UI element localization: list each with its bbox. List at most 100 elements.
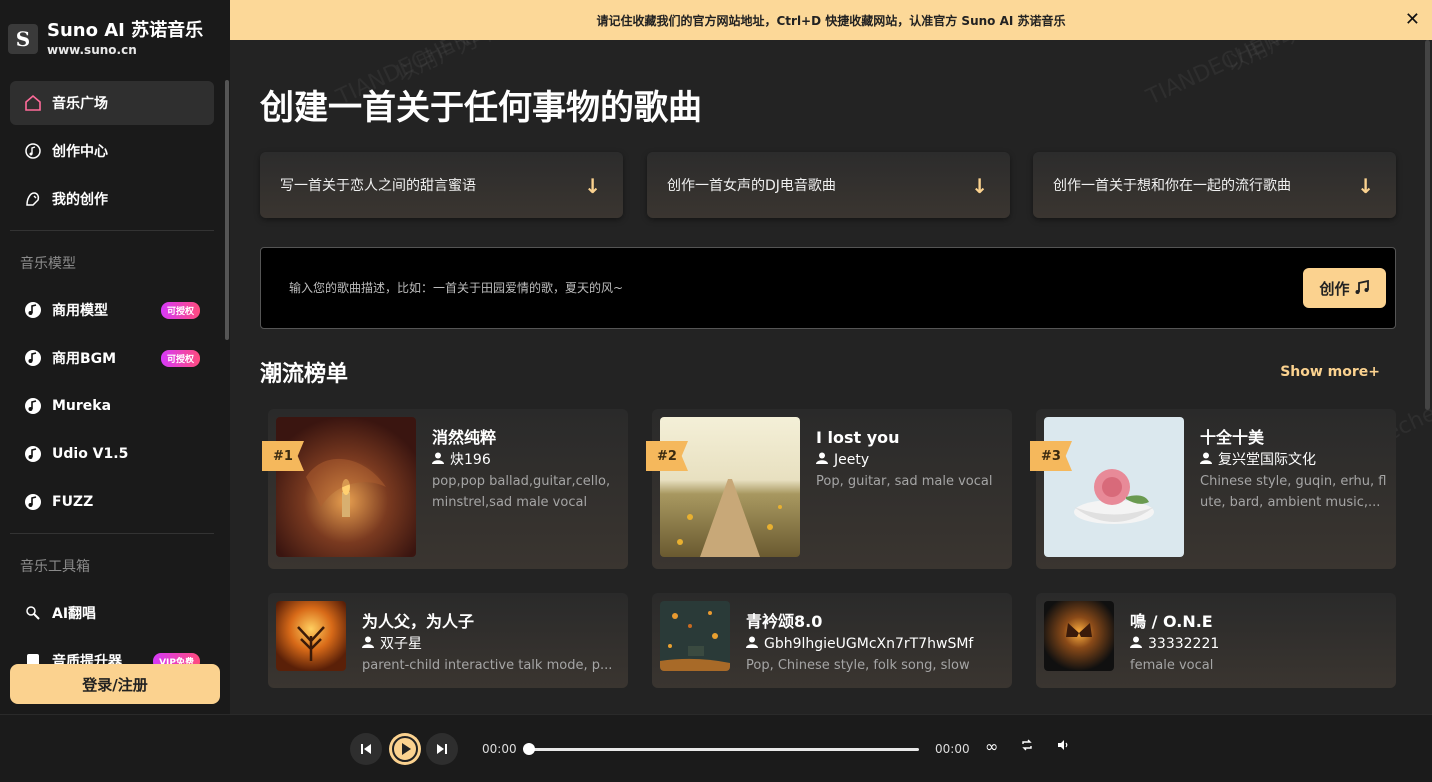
- arrow-down-icon: ↓: [971, 174, 988, 198]
- current-time: 00:00: [482, 742, 517, 756]
- volume-button[interactable]: [1057, 739, 1069, 755]
- logo: S: [8, 24, 38, 54]
- song-tags: Pop, guitar, sad male vocal: [816, 474, 993, 489]
- user-icon: [816, 449, 828, 471]
- close-icon[interactable]: ✕: [1405, 9, 1420, 30]
- sidebar-item-my-creations[interactable]: 我的创作: [10, 177, 214, 221]
- skip-forward-icon: [436, 743, 448, 755]
- license-badge: 可授权: [160, 302, 200, 319]
- login-button[interactable]: 登录/注册: [10, 664, 220, 704]
- song-cover-image[interactable]: [660, 601, 730, 671]
- arrow-down-icon: ↓: [1357, 174, 1374, 198]
- play-icon: [389, 733, 421, 765]
- progress-bar[interactable]: [523, 743, 919, 755]
- user-icon: [746, 633, 758, 655]
- song-tags: pop,pop ballad,guitar,cello,minstrel,sad…: [432, 474, 611, 510]
- sidebar-item-udio[interactable]: Udio V1.5: [10, 432, 214, 476]
- banner-text: 请记住收藏我们的官方网站地址，Ctrl+D 快捷收藏网站，认准官方 Suno A…: [596, 13, 1066, 28]
- section-music-tools: 音乐工具箱: [20, 559, 90, 575]
- sidebar-item-audio-enhancer[interactable]: 音质提升器 VIP免费: [10, 639, 214, 665]
- home-icon: [24, 94, 42, 112]
- create-button[interactable]: 创作: [1303, 268, 1386, 308]
- sidebar-item-commercial-model[interactable]: 商用模型 可授权: [10, 288, 214, 332]
- previous-button[interactable]: [350, 733, 382, 765]
- play-button[interactable]: [389, 733, 421, 765]
- song-card[interactable]: #3 十全十美 复兴堂国际文化 Chinese style, guqin, er…: [1030, 409, 1396, 569]
- song-card[interactable]: 青衿颂8.0 Gbh9lhgieUGMcXn7rT7hwSMf Pop, Chi…: [652, 593, 1012, 688]
- divider: [10, 533, 214, 534]
- main-scrollbar[interactable]: [1425, 40, 1430, 410]
- song-author-name: Gbh9lhgieUGMcXn7rT7hwSMf: [764, 636, 974, 652]
- music-note-icon: [1354, 280, 1370, 296]
- logo-letter: S: [15, 27, 31, 51]
- show-more-link[interactable]: Show more+: [1280, 364, 1380, 380]
- song-author[interactable]: Jeety: [816, 449, 1004, 471]
- song-title[interactable]: 青衿颂8.0: [746, 611, 1004, 633]
- song-author[interactable]: 双子星: [362, 633, 620, 655]
- skip-back-icon: [360, 743, 372, 755]
- song-title[interactable]: 鳴 / O.N.E: [1130, 611, 1388, 633]
- create-button-label: 创作: [1319, 279, 1350, 298]
- sidebar-item-create-center[interactable]: 创作中心: [10, 129, 214, 173]
- prompt-suggestion[interactable]: 创作一首女声的DJ电音歌曲 ↓: [647, 152, 1010, 218]
- song-tags: female vocal: [1130, 658, 1214, 673]
- song-card[interactable]: 为人父，为人子 双子星 parent-child interactive tal…: [268, 593, 628, 688]
- brand[interactable]: S Suno AI 苏诺音乐 www.suno.cn: [0, 0, 230, 78]
- divider: [10, 230, 214, 231]
- prompt-text: 创作一首关于想和你在一起的流行歌曲: [1053, 178, 1291, 194]
- song-title[interactable]: I lost you: [816, 427, 1004, 449]
- song-card[interactable]: #1 消然纯粹 炔196 pop,pop ballad,guitar,cello…: [262, 409, 628, 569]
- song-description-input[interactable]: [289, 276, 1269, 300]
- song-description-box: 创作: [260, 247, 1396, 329]
- hd-icon: [24, 651, 42, 665]
- volume-icon: [1057, 739, 1069, 751]
- section-music-models: 音乐模型: [20, 256, 76, 272]
- song-cover-image[interactable]: [1044, 601, 1114, 671]
- repeat-button[interactable]: [1021, 739, 1033, 755]
- progress-thumb[interactable]: [523, 743, 535, 755]
- total-time: 00:00: [935, 742, 970, 756]
- prompt-suggestion[interactable]: 写一首关于恋人之间的甜言蜜语 ↓: [260, 152, 623, 218]
- microphone-icon: [24, 604, 42, 622]
- next-button[interactable]: [426, 733, 458, 765]
- watermark: TIANDECHEN25: [1142, 40, 1310, 111]
- song-card[interactable]: 鳴 / O.N.E 33332221 female vocal: [1036, 593, 1396, 688]
- prompt-suggestion[interactable]: 创作一首关于想和你在一起的流行歌曲 ↓: [1033, 152, 1396, 218]
- sidebar-item-fuzz[interactable]: FUZZ: [10, 480, 214, 524]
- sidebar-item-ai-cover[interactable]: AI翻唱: [10, 591, 214, 635]
- song-author[interactable]: 复兴堂国际文化: [1200, 449, 1388, 471]
- sidebar-item-commercial-bgm[interactable]: 商用BGM 可授权: [10, 336, 214, 380]
- loop-icon[interactable]: ∞: [985, 737, 998, 756]
- song-cover-image[interactable]: [276, 601, 346, 671]
- song-author[interactable]: 炔196: [432, 449, 620, 471]
- prompt-text: 写一首关于恋人之间的甜言蜜语: [280, 178, 476, 194]
- sidebar-item-label: 创作中心: [52, 144, 108, 160]
- song-author-name: 33332221: [1148, 636, 1220, 652]
- song-author-name: 复兴堂国际文化: [1218, 452, 1316, 468]
- music-disc-icon: [24, 493, 42, 511]
- song-cover-image[interactable]: [276, 417, 416, 557]
- prompt-text: 创作一首女声的DJ电音歌曲: [667, 178, 836, 194]
- sidebar-item-label: 音质提升器: [52, 654, 122, 665]
- song-author[interactable]: Gbh9lhgieUGMcXn7rT7hwSMf: [746, 633, 1004, 655]
- brand-name: Suno AI 苏诺音乐: [47, 20, 204, 41]
- sidebar-item-mureka[interactable]: Mureka: [10, 384, 214, 428]
- song-cover-image[interactable]: [660, 417, 800, 557]
- sidebar-item-music-plaza[interactable]: 音乐广场: [10, 81, 214, 125]
- sidebar-scrollbar[interactable]: [225, 80, 229, 340]
- song-author[interactable]: 33332221: [1130, 633, 1388, 655]
- sidebar-item-label: Udio V1.5: [52, 446, 129, 462]
- song-title[interactable]: 为人父，为人子: [362, 611, 620, 633]
- song-card[interactable]: #2 I lost you Jeety Pop, guitar, sad mal…: [646, 409, 1012, 569]
- song-tags: Chinese style, guqin, erhu, flute, bard,…: [1200, 474, 1387, 510]
- song-title[interactable]: 十全十美: [1200, 427, 1388, 449]
- user-icon: [1130, 633, 1142, 655]
- music-disc-icon: [24, 349, 42, 367]
- user-music-icon: [24, 190, 42, 208]
- sidebar: S Suno AI 苏诺音乐 www.suno.cn 音乐广场 创作中心 我的创…: [0, 0, 230, 714]
- song-title[interactable]: 消然纯粹: [432, 427, 620, 449]
- app-root: S Suno AI 苏诺音乐 www.suno.cn 音乐广场 创作中心 我的创…: [0, 0, 1432, 782]
- song-cover-image[interactable]: [1044, 417, 1184, 557]
- song-author-name: 双子星: [380, 636, 422, 652]
- arrow-down-icon: ↓: [584, 174, 601, 198]
